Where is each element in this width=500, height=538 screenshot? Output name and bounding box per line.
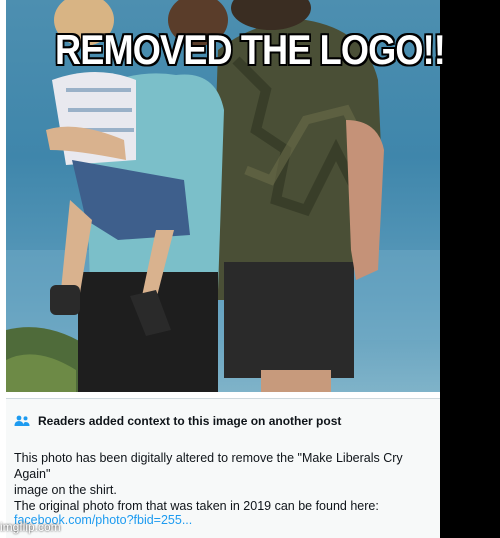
note-header: Readers added context to this image on a…	[14, 414, 341, 428]
note-header-text: Readers added context to this image on a…	[38, 414, 342, 428]
child-shoe	[50, 285, 80, 315]
meme-image: Readers added context to this image on a…	[0, 0, 440, 538]
community-note-card: Readers added context to this image on a…	[6, 398, 440, 538]
note-body-paragraph-1: This photo has been digitally altered to…	[14, 450, 438, 498]
note-body-line-2: image on the shirt.	[14, 483, 117, 497]
note-body-line-1: This photo has been digitally altered to…	[14, 451, 403, 481]
people-icon	[14, 415, 30, 426]
note-body-paragraph-2: The original photo from that was taken i…	[14, 499, 379, 513]
imgflip-watermark: imgflip.com	[0, 520, 61, 534]
man-shorts	[224, 262, 354, 378]
meme-caption: REMOVED THE LOGO!!	[54, 25, 446, 74]
